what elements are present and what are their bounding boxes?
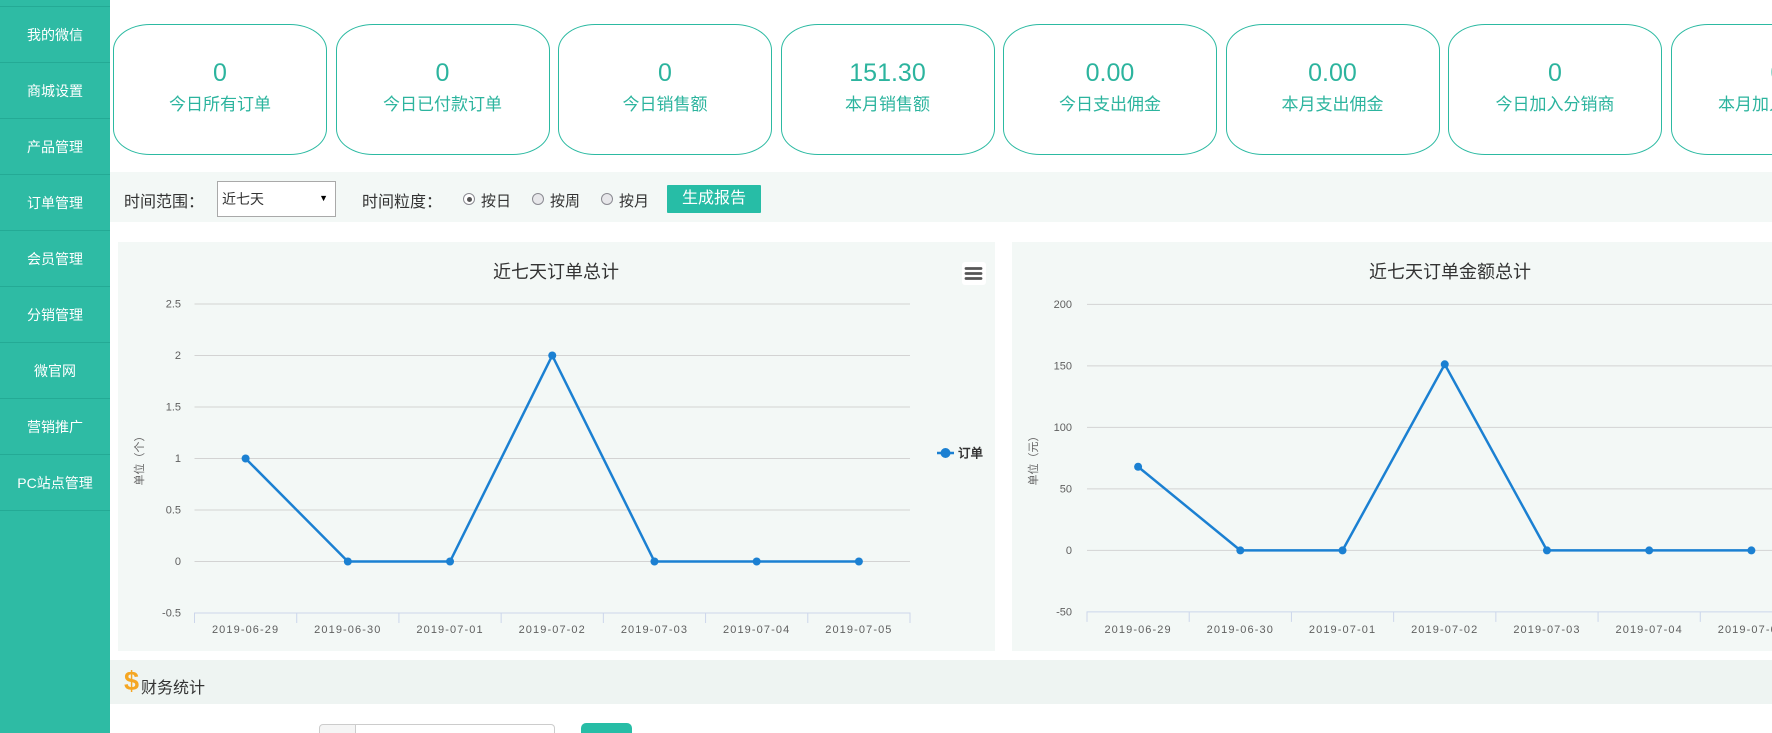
svg-text:150: 150 — [1054, 360, 1072, 372]
svg-text:2019-07-02: 2019-07-02 — [519, 624, 586, 636]
svg-text:2019-07-05: 2019-07-05 — [825, 624, 892, 636]
svg-text:-0.5: -0.5 — [162, 608, 181, 620]
svg-text:0.5: 0.5 — [166, 505, 181, 517]
svg-text:近七天订单金额总计: 近七天订单金额总计 — [1369, 262, 1531, 282]
svg-text:2019-06-30: 2019-06-30 — [314, 624, 381, 636]
svg-text:100: 100 — [1054, 422, 1072, 434]
svg-text:单位（个）: 单位（个） — [132, 431, 146, 486]
svg-text:2019-06-29: 2019-06-29 — [1104, 624, 1171, 636]
svg-text:2019-07-01: 2019-07-01 — [416, 624, 483, 636]
svg-text:2019-07-04: 2019-07-04 — [1616, 624, 1683, 636]
svg-text:2019-07-05: 2019-07-05 — [1718, 624, 1772, 636]
svg-text:2019-07-03: 2019-07-03 — [1513, 624, 1580, 636]
svg-text:0: 0 — [1066, 545, 1072, 557]
svg-text:2: 2 — [175, 350, 181, 362]
svg-text:0: 0 — [175, 556, 181, 568]
svg-text:200: 200 — [1054, 299, 1072, 311]
svg-text:近七天订单总计: 近七天订单总计 — [493, 262, 619, 282]
svg-text:1: 1 — [175, 453, 181, 465]
svg-text:订单: 订单 — [958, 446, 984, 461]
svg-text:2.5: 2.5 — [166, 299, 181, 311]
svg-text:2019-07-01: 2019-07-01 — [1309, 624, 1376, 636]
svg-text:-50: -50 — [1056, 606, 1072, 618]
svg-text:单位（元）: 单位（元） — [1026, 431, 1040, 486]
svg-text:2019-07-04: 2019-07-04 — [723, 624, 790, 636]
svg-text:2019-07-02: 2019-07-02 — [1411, 624, 1478, 636]
svg-text:2019-06-29: 2019-06-29 — [212, 624, 279, 636]
svg-text:2019-07-03: 2019-07-03 — [621, 624, 688, 636]
svg-text:1.5: 1.5 — [166, 402, 181, 414]
svg-text:2019-06-30: 2019-06-30 — [1207, 624, 1274, 636]
svg-text:50: 50 — [1060, 483, 1072, 495]
